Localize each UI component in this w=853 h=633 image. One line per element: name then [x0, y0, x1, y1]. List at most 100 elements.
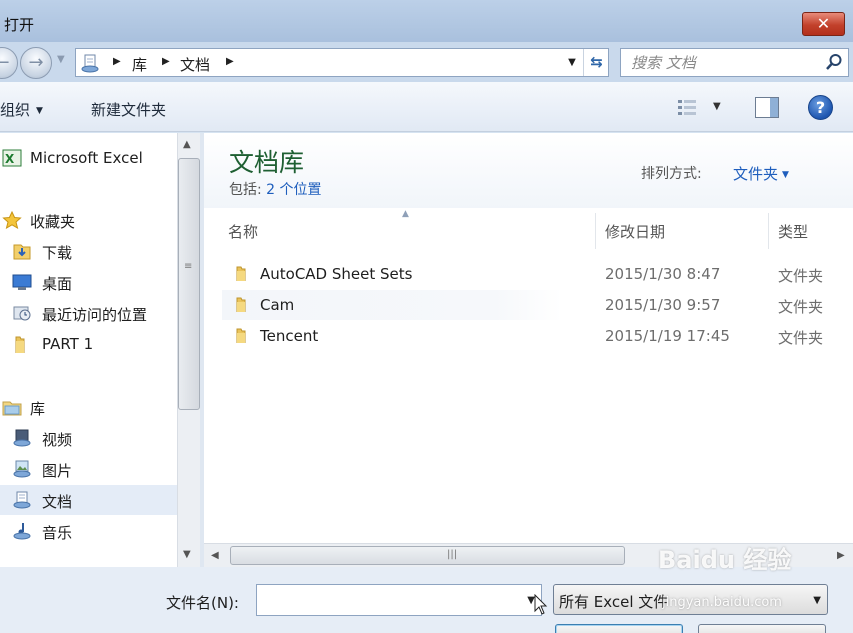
filename-combobox[interactable]: ▼: [256, 584, 542, 616]
file-name: Tencent: [260, 327, 319, 345]
sidebar-item-libraries[interactable]: 库: [0, 392, 177, 422]
scroll-left-icon[interactable]: ◀: [211, 550, 219, 561]
scrollbar-thumb[interactable]: |||: [230, 546, 625, 565]
breadcrumb-library[interactable]: 库: [132, 54, 147, 75]
navigation-pane: X Microsoft Excel 收藏夹 下载 桌面 最近访问的位置 PART…: [0, 133, 177, 567]
library-title: 文档库: [229, 148, 305, 177]
navigation-scrollbar[interactable]: ▲ ≡ ▼: [177, 133, 200, 567]
breadcrumb-separator-icon[interactable]: ▶: [226, 56, 234, 67]
file-date: 2015/1/30 9:57: [605, 296, 721, 314]
column-header-type[interactable]: 类型: [778, 221, 808, 242]
chevron-down-icon[interactable]: ▼: [813, 595, 821, 606]
desktop-icon: [12, 274, 32, 290]
sidebar-item-videos[interactable]: 视频: [0, 423, 177, 453]
sidebar-item-microsoft-excel[interactable]: X Microsoft Excel: [0, 143, 177, 173]
search-icon[interactable]: [825, 53, 843, 71]
file-name: Cam: [260, 296, 295, 314]
library-includes: 包括: 2 个位置: [229, 179, 322, 199]
sidebar-item-pictures[interactable]: 图片: [0, 454, 177, 484]
sidebar-item-favorites[interactable]: 收藏夹: [0, 205, 177, 235]
music-library-icon: [13, 523, 31, 540]
filename-input[interactable]: [257, 585, 519, 615]
scroll-up-icon[interactable]: ▲: [183, 139, 191, 150]
folder-icon: [236, 328, 246, 343]
organize-menu[interactable]: 组织 ▼: [0, 99, 43, 120]
folder-icon: [236, 297, 246, 312]
file-row[interactable]: AutoCAD Sheet Sets 2015/1/30 8:47 文件夹: [222, 259, 853, 289]
folder-icon: [15, 336, 25, 353]
includes-locations-link[interactable]: 2 个位置: [266, 182, 321, 198]
recent-places-icon: [13, 306, 31, 321]
file-date: 2015/1/30 8:47: [605, 265, 721, 283]
file-name: AutoCAD Sheet Sets: [260, 265, 413, 283]
video-library-icon: [13, 429, 31, 447]
sidebar-item-label: 音乐: [42, 524, 73, 542]
library-icon: [2, 401, 22, 416]
sidebar-item-label: 桌面: [42, 275, 73, 293]
close-button[interactable]: ✕: [802, 12, 845, 36]
sidebar-item-part-1[interactable]: PART 1: [0, 329, 177, 359]
preview-pane-icon[interactable]: [755, 97, 779, 118]
scroll-right-icon[interactable]: ▶: [837, 550, 845, 561]
column-divider[interactable]: [768, 213, 769, 249]
back-button[interactable]: ←: [0, 47, 18, 79]
search-input[interactable]: [621, 49, 821, 76]
sidebar-item-label: 文档: [42, 493, 73, 511]
column-headers: ▲ 名称 修改日期 类型: [218, 209, 853, 251]
search-box[interactable]: [620, 48, 849, 77]
chevron-down-icon: ▼: [36, 106, 43, 116]
excel-icon: X: [2, 149, 22, 167]
title-bar: 打开 ✕: [0, 0, 853, 42]
download-folder-icon: [13, 244, 31, 260]
sidebar-item-label: 视频: [42, 431, 73, 449]
window-title: 打开: [4, 16, 35, 34]
includes-label: 包括:: [229, 182, 262, 198]
star-icon: [2, 211, 22, 229]
sidebar-item-downloads[interactable]: 下载: [0, 236, 177, 266]
arrange-by-dropdown[interactable]: 文件夹 ▼: [733, 163, 789, 184]
library-header: 文档库 包括: 2 个位置 排列方式: 文件夹 ▼: [204, 133, 853, 208]
column-divider[interactable]: [595, 213, 596, 249]
open-button[interactable]: [555, 624, 683, 633]
column-header-date[interactable]: 修改日期: [605, 221, 665, 242]
view-options-icon[interactable]: [677, 99, 697, 116]
file-row[interactable]: Tencent 2015/1/19 17:45 文件夹: [222, 321, 853, 351]
scroll-down-icon[interactable]: ▼: [183, 549, 191, 560]
sidebar-item-label: PART 1: [42, 335, 94, 353]
file-type: 文件夹: [778, 298, 824, 316]
watermark-url: jingyan.baidu.com: [662, 595, 782, 610]
sidebar-item-recent-places[interactable]: 最近访问的位置: [0, 298, 177, 328]
help-icon[interactable]: ?: [808, 95, 833, 120]
cancel-button[interactable]: [698, 624, 826, 633]
command-toolbar: 组织 ▼ 新建文件夹 ▼ ?: [0, 82, 853, 132]
address-bar[interactable]: ▶ 库 ▶ 文档 ▶ ▼ ⇆: [75, 48, 609, 77]
file-type: 文件夹: [778, 267, 824, 285]
sidebar-item-documents[interactable]: 文档: [0, 485, 177, 515]
documents-library-icon: [13, 491, 31, 509]
recent-pages-dropdown-icon[interactable]: ▼: [57, 54, 65, 65]
svg-text:X: X: [5, 152, 15, 166]
breadcrumb-documents[interactable]: 文档: [180, 54, 210, 75]
sidebar-item-label: 下载: [42, 244, 73, 262]
scroll-grip-icon: |||: [447, 549, 458, 560]
scrollbar-thumb[interactable]: [178, 158, 200, 410]
pictures-library-icon: [13, 460, 31, 478]
watermark-logo: Baidu 经验: [658, 546, 792, 574]
address-dropdown-icon[interactable]: ▼: [562, 49, 582, 76]
filename-label: 文件名(N):: [166, 594, 239, 612]
refresh-icon[interactable]: ⇆: [583, 49, 609, 76]
column-header-name[interactable]: 名称: [228, 221, 258, 242]
arrange-by-label: 排列方式:: [641, 166, 702, 182]
new-folder-button[interactable]: 新建文件夹: [91, 99, 166, 120]
view-dropdown-icon[interactable]: ▼: [713, 101, 721, 112]
sidebar-item-desktop[interactable]: 桌面: [0, 267, 177, 297]
file-row[interactable]: Cam: [222, 290, 562, 320]
breadcrumb-separator-icon[interactable]: ▶: [113, 56, 121, 67]
sidebar-item-label: 库: [30, 400, 46, 418]
sidebar-item-label: 图片: [42, 462, 73, 480]
breadcrumb-separator-icon[interactable]: ▶: [162, 56, 170, 67]
sort-ascending-icon: ▲: [402, 209, 409, 219]
forward-button[interactable]: →: [20, 47, 52, 79]
sidebar-item-label: 最近访问的位置: [42, 306, 148, 324]
sidebar-item-music[interactable]: 音乐: [0, 516, 177, 546]
